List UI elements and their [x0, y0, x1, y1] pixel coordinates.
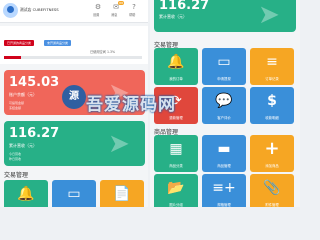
tile-goods[interactable]: ▬ 商品管理 [202, 135, 246, 172]
revenue-sub-left: 今日营收 [9, 152, 22, 156]
store-name: 测试店 CUBEFITNESS [20, 7, 59, 12]
revenue-card[interactable]: 116.27 累计营收（元） 今日营收 昨日营收 ➤ [4, 121, 145, 166]
header-bar: 测试店 CUBEFITNESS ⚙ 设置 ✉ 88 消息 ? 帮助 [0, 0, 148, 23]
messages-label: 消息 [111, 13, 118, 17]
bell-icon: 🔔 [167, 54, 185, 70]
tile-specs[interactable]: ≡+ 规格管理 [202, 174, 246, 207]
tile-label: 退款管理 [169, 116, 183, 120]
list-add-icon: ≡+ [212, 180, 236, 196]
tile-categories[interactable]: ▦ 商品分类 [154, 135, 198, 172]
clip-icon: 📎 [263, 180, 281, 196]
box-icon: ▬ [217, 141, 231, 157]
tile-label: 规格管理 [217, 203, 231, 207]
revenue-caption: 累计营收（元） [159, 14, 187, 19]
tile-attachments[interactable]: 📎 附件管理 [250, 174, 294, 207]
tile-label: 商品分类 [169, 164, 183, 168]
tile-label: 添加商品 [265, 164, 279, 168]
help-icon[interactable]: ? [129, 3, 139, 11]
balance-caption: 账户余额（元） [9, 92, 37, 97]
info-panel: 已开通的商品分类 未开通商品分类 已使用空间 1.3% [0, 26, 148, 64]
tile-label: 申请提现 [217, 77, 231, 81]
plus-icon: + [264, 138, 280, 159]
paper-plane-icon: ➤ [258, 0, 280, 30]
revenue-caption: 累计营收（元） [9, 143, 37, 148]
file-icon: 📄 [113, 186, 131, 202]
message-icon[interactable]: ✉ 88 [111, 1, 124, 11]
balance-value: 145.03 [9, 75, 60, 90]
tile-order-records[interactable]: ≡ 订单记录 [250, 48, 294, 85]
tile-records[interactable]: 📄 [100, 180, 144, 207]
tile-label: 订单记录 [265, 77, 279, 81]
settings-label: 设置 [93, 13, 100, 17]
tile-withdraw[interactable]: ▭ [52, 180, 96, 207]
card-icon: ▭ [67, 186, 81, 202]
storage-progress-fill [4, 56, 21, 59]
tile-label: 附件管理 [265, 203, 279, 207]
revenue-value: 116.27 [9, 126, 60, 141]
tile-label: 商品管理 [217, 164, 231, 168]
tile-orders[interactable]: 🔔 [4, 180, 48, 207]
watermark-text: 吾爱源码网 [86, 95, 176, 115]
paper-plane-icon: ➤ [108, 129, 130, 159]
progress-text: 已使用空间 1.3% [90, 50, 116, 54]
gear-icon[interactable]: ⚙ [93, 3, 103, 11]
bell-icon: 🔔 [17, 186, 35, 202]
grid-icon: ▦ [169, 141, 183, 157]
tile-payments[interactable]: $ 收款明细 [250, 87, 294, 124]
message-badge: 88 [118, 1, 124, 5]
chip-active-categories[interactable]: 已开通的商品分类 [4, 40, 35, 46]
tile-reviews[interactable]: 💬 客户评价 [202, 87, 246, 124]
chip-inactive-categories[interactable]: 未开通商品分类 [44, 40, 72, 46]
tile-label: 客户评价 [217, 116, 231, 120]
avatar[interactable] [3, 3, 18, 18]
tile-add-goods[interactable]: + 添加商品 [250, 135, 294, 172]
section-title-trade: 交易管理 [4, 172, 29, 179]
watermark-logo: 源 [62, 85, 86, 109]
revenue-value: 116.27 [159, 0, 210, 13]
revenue-card-top[interactable]: 116.27 累计营收（元） ➤ [154, 0, 296, 32]
revenue-sub-right: 昨日营收 [9, 157, 22, 161]
storage-progress [4, 56, 142, 59]
balance-sub-left: 可提现金额 [9, 101, 25, 105]
help-label: 帮助 [129, 13, 136, 17]
chat-icon: 💬 [215, 93, 233, 109]
file-icon: ≡ [266, 54, 278, 70]
card-icon: ▭ [217, 54, 231, 70]
tile-image-groups[interactable]: 📂 图片分组 [154, 174, 198, 207]
tile-my-orders[interactable]: 🔔 我的订单 [154, 48, 198, 85]
balance-sub-right: 冻结金额 [9, 106, 22, 110]
tile-label: 图片分组 [169, 203, 183, 207]
dollar-icon: $ [267, 93, 277, 109]
folder-icon: 📂 [167, 180, 185, 196]
tile-label: 我的订单 [169, 77, 183, 81]
tile-apply-withdraw[interactable]: ▭ 申请提现 [202, 48, 246, 85]
tile-label: 收款明细 [265, 116, 279, 120]
